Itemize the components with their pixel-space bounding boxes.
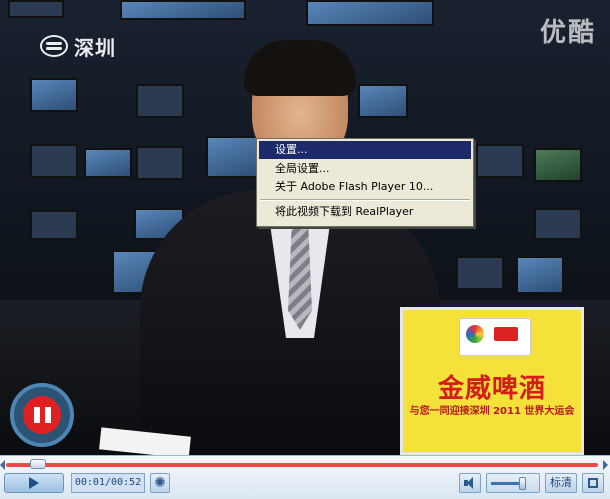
- time-display: 00:01/00:52: [71, 473, 145, 493]
- seek-bar[interactable]: [6, 463, 598, 467]
- sponsor-title: 金威啤酒: [437, 374, 546, 404]
- studio-monitor: [84, 148, 132, 178]
- studio-monitor: [30, 78, 78, 112]
- menu-separator: [260, 199, 470, 201]
- seek-handle[interactable]: [29, 459, 46, 469]
- channel-logo: 深圳: [40, 34, 116, 60]
- sponsor-subtitle: 与您一同迎接深圳 2011 世界大运会: [409, 406, 575, 417]
- channel-logo-text: 深圳: [74, 35, 116, 60]
- pause-icon: [23, 396, 61, 434]
- studio-monitor: [534, 208, 582, 240]
- gear-icon: ✺: [154, 475, 166, 491]
- volume-handle[interactable]: [519, 477, 526, 490]
- menu-item-global-settings[interactable]: 全局设置...: [259, 160, 471, 178]
- watermark-logo: 优酷: [539, 18, 596, 48]
- menu-item-download-realplayer[interactable]: 将此视频下载到 RealPlayer: [259, 203, 471, 221]
- pause-overlay-button[interactable]: [10, 383, 74, 447]
- fullscreen-button[interactable]: [582, 473, 604, 493]
- studio-monitor: [456, 256, 504, 290]
- volume-slider[interactable]: [486, 473, 540, 493]
- volume-button[interactable]: [459, 473, 481, 493]
- anchor-hair: [244, 40, 356, 96]
- pause-bar: [33, 407, 40, 423]
- volume-fill: [491, 482, 522, 485]
- studio-monitor: [120, 0, 246, 20]
- sponsor-badge: [459, 318, 531, 356]
- play-button[interactable]: [4, 473, 64, 493]
- context-menu: 设置... 全局设置... 关于 Adobe Flash Player 10..…: [256, 138, 474, 227]
- settings-button[interactable]: ✺: [150, 473, 170, 493]
- studio-monitor: [30, 144, 78, 178]
- studio-monitor: [30, 210, 78, 240]
- menu-item-about-flash[interactable]: 关于 Adobe Flash Player 10...: [259, 178, 471, 196]
- seek-forward-icon[interactable]: [603, 460, 608, 470]
- news-anchor: [140, 40, 440, 455]
- studio-monitor: [306, 0, 434, 26]
- quality-button[interactable]: 标清: [545, 473, 577, 493]
- studio-monitor: [516, 256, 564, 294]
- play-icon: [29, 477, 39, 489]
- studio-monitor: [476, 144, 524, 178]
- menu-item-settings[interactable]: 设置...: [259, 141, 471, 159]
- pause-bar: [44, 407, 51, 423]
- studio-monitor: [534, 148, 582, 182]
- sponsor-sign: 金威啤酒 与您一同迎接深圳 2011 世界大运会: [400, 307, 584, 455]
- seek-back-icon[interactable]: [0, 460, 5, 470]
- video-frame[interactable]: 深圳 优酷 金威啤酒 与您一同迎接深圳 2011 世界大运会 设置... 全局设…: [0, 0, 610, 455]
- player-control-bar: 00:01/00:52 ✺ 标清: [0, 455, 610, 499]
- channel-logo-icon: [40, 35, 68, 57]
- studio-monitor: [8, 0, 64, 18]
